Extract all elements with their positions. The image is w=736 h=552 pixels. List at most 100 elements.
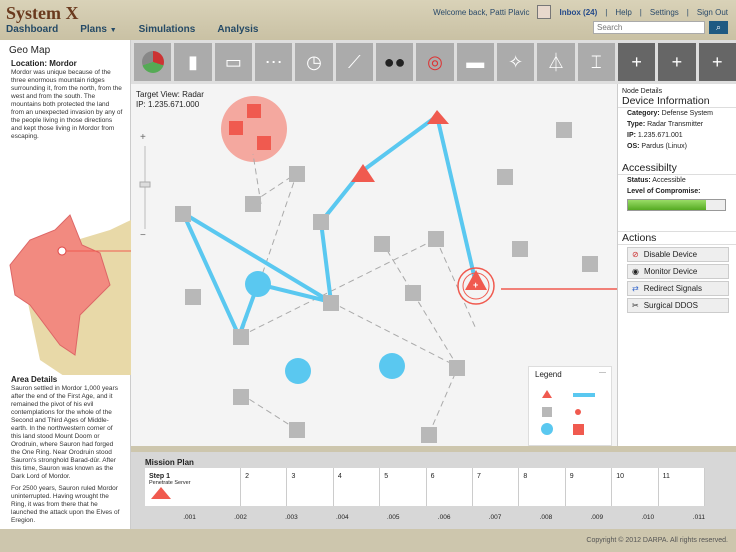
compromise-label: Level of Compromise:: [627, 188, 701, 195]
inbox-link[interactable]: Inbox (24): [559, 8, 597, 17]
left-panel: Geo Map Location: Mordor Mordor was uniq…: [0, 40, 131, 529]
step-1[interactable]: Step 1 Penetrate Server: [145, 468, 242, 506]
device-info-title: Device Information: [618, 95, 736, 108]
action-label: Surgical DDOS: [643, 301, 698, 310]
nav-dashboard[interactable]: Dashboard: [6, 24, 58, 35]
user-bar: Welcome back, Patti Plavic Inbox (24) | H…: [433, 5, 728, 19]
network-tool[interactable]: ⋯: [254, 43, 293, 81]
add-tool-button-2[interactable]: +: [658, 43, 696, 81]
map-legend: Legend —: [528, 366, 612, 446]
mission-title: Mission Plan: [145, 458, 194, 467]
step-1-triangle: [151, 487, 171, 499]
screen-icon: ▭: [224, 51, 242, 72]
accessibility-title: Accessibilty: [618, 162, 736, 175]
top-bar: System X Dashboard Plans ▼ Simulations A…: [0, 0, 736, 40]
modem-tool[interactable]: ⌶: [577, 43, 615, 81]
step-1-label: Step 1: [149, 473, 171, 480]
step-10[interactable]: 10: [612, 468, 659, 506]
tick: .007: [488, 514, 502, 521]
type-label: Type:: [627, 121, 646, 128]
tick: .005: [386, 514, 400, 521]
search-button[interactable]: ⌕: [709, 21, 728, 34]
clock-tool[interactable]: ◷: [295, 43, 333, 81]
redirect-icon: ⇄: [632, 284, 639, 293]
avatar[interactable]: [537, 5, 552, 19]
line-chart-icon: ⟋: [348, 51, 361, 72]
step-2[interactable]: 2: [241, 468, 288, 506]
target-icon: ◎: [427, 51, 443, 72]
binoculars-tool[interactable]: ●●: [375, 43, 414, 81]
location-label: Location: Mordor: [11, 59, 77, 68]
bar-chart-tool[interactable]: ▮: [174, 43, 212, 81]
bar-chart-icon: ▮: [188, 51, 198, 72]
type-value: Radar Transmitter: [647, 121, 704, 128]
action-label: Disable Device: [643, 250, 698, 259]
add-tool-button-3[interactable]: +: [698, 43, 736, 81]
screen-tool[interactable]: ▭: [214, 43, 252, 81]
zoom-in-button[interactable]: +: [140, 132, 146, 143]
step-7[interactable]: 7: [473, 468, 520, 506]
location-desc: Mordor was unique because of the three e…: [11, 69, 123, 140]
satellite-tool[interactable]: ✧: [496, 43, 535, 81]
selected-node-plus: +: [473, 280, 479, 290]
pie-chart-icon: [141, 51, 164, 73]
tick: .003: [285, 514, 298, 521]
category-value: Defense System: [661, 110, 713, 117]
step-8[interactable]: 8: [519, 468, 566, 506]
welcome-text: Welcome back, Patti Plavic: [433, 7, 530, 17]
tick: .002: [234, 514, 247, 521]
nav-simulations[interactable]: Simulations: [139, 24, 196, 35]
surgical-ddos-button[interactable]: ✂ Surgical DDOS: [627, 298, 729, 313]
tick: .006: [437, 514, 451, 521]
legend-symbols: [541, 390, 595, 435]
step-9[interactable]: 9: [565, 468, 613, 506]
legend-close-button[interactable]: —: [599, 369, 606, 376]
footer-copyright: Copyright © 2012 DARPA. All rights reser…: [586, 537, 728, 544]
settings-link[interactable]: Settings: [650, 8, 679, 17]
step-6[interactable]: 6: [426, 468, 474, 506]
scissors-icon: ✂: [632, 301, 639, 310]
network-map[interactable]: Target View: Radar IP: 1.235.671.000 + −…: [131, 84, 617, 446]
help-link[interactable]: Help: [615, 8, 631, 17]
ip-value: 1.235.671.001: [637, 132, 683, 139]
router-tool[interactable]: ▬: [456, 43, 494, 81]
step-11[interactable]: 11: [658, 468, 705, 506]
mission-ticks: .001 .002 .003 .004 .005 .006 .007 .008 .009 .010…: [145, 514, 705, 524]
tick: .011: [692, 514, 705, 521]
search-input[interactable]: [593, 21, 705, 34]
status-label: Status:: [627, 177, 651, 184]
add-tool-button-1[interactable]: +: [617, 43, 656, 81]
network-icon: ⋯: [264, 51, 283, 72]
satellite-icon: ✧: [508, 51, 524, 72]
redirect-signals-button[interactable]: ⇄ Redirect Signals: [627, 281, 729, 296]
antenna-tool[interactable]: ⏃: [537, 43, 575, 81]
area-details-title: Area Details: [11, 375, 58, 384]
mission-plan: Mission Plan Step 1 Penetrate Server 2 3 …: [131, 452, 736, 529]
mission-steps: Step 1 Penetrate Server 2 3 4 5 6 7 8 9 1…: [145, 468, 705, 506]
monitor-device-button[interactable]: ◉ Monitor Device: [627, 264, 729, 279]
region-map[interactable]: [0, 145, 131, 375]
target-tool[interactable]: ◎: [416, 43, 454, 81]
nav-analysis[interactable]: Analysis: [217, 24, 258, 35]
tick: .010: [641, 514, 655, 521]
nav-plans[interactable]: Plans ▼: [80, 24, 116, 35]
zoom-out-button[interactable]: −: [140, 230, 146, 241]
step-5[interactable]: 5: [380, 468, 427, 506]
pie-chart-tool[interactable]: [134, 43, 172, 81]
os-label: OS:: [627, 143, 640, 150]
plus-icon: +: [712, 51, 723, 72]
binoculars-icon: ●●: [383, 51, 406, 72]
disable-device-button[interactable]: ⊘ Disable Device: [627, 247, 729, 262]
step-4[interactable]: 4: [333, 468, 381, 506]
modem-icon: ⌶: [590, 51, 602, 72]
signout-link[interactable]: Sign Out: [697, 8, 728, 17]
line-chart-tool[interactable]: ⟋: [335, 43, 373, 81]
os-value: Pardus (Linux): [641, 143, 687, 150]
actions-title: Actions: [618, 231, 736, 245]
app-logo: System X: [6, 3, 79, 23]
plus-icon: +: [631, 51, 642, 72]
status-value: Accessible: [652, 177, 686, 184]
step-3[interactable]: 3: [287, 468, 334, 506]
os-row: OS: Pardus (Linux): [618, 141, 736, 152]
router-icon: ▬: [466, 51, 485, 72]
